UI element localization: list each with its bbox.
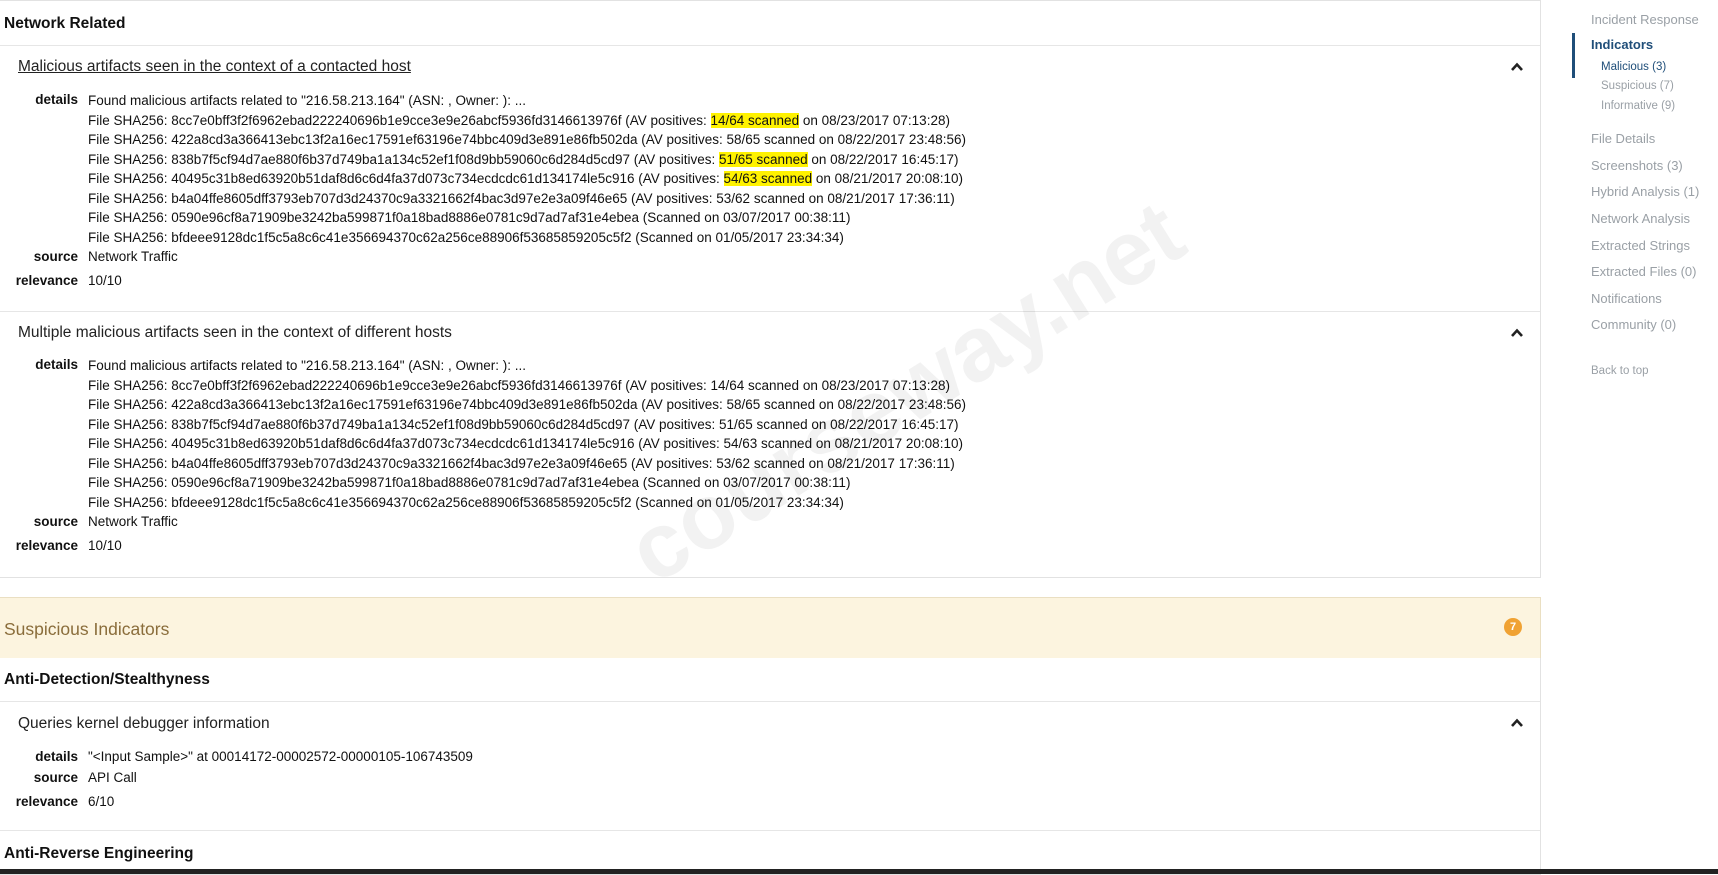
source-label: source [33,514,78,529]
source-label: source [33,770,78,785]
bottom-bar [0,869,1718,874]
chevron-up-icon[interactable] [1510,716,1524,730]
source-value: Network Traffic [88,514,178,529]
nav-malicious[interactable]: Malicious (3) [1601,61,1666,73]
source-value: API Call [88,770,137,785]
active-indicator [1572,33,1575,78]
chevron-up-icon[interactable] [1510,326,1524,340]
indicator-card: Queries kernel debugger information deta… [0,701,1540,831]
file-line: File SHA256: b4a04ffe8605dff3793eb707d3d… [88,190,955,206]
file-line: File SHA256: 8cc7e0bff3f2f6962ebad222240… [88,112,950,128]
highlight: 54/63 scanned [723,171,813,186]
file-line: File SHA256: 40495c31b8ed63920b51daf8d6c… [88,171,963,186]
nav-network-analysis[interactable]: Network Analysis [1591,211,1690,226]
suspicious-title: Suspicious Indicators [4,619,170,639]
count-badge: 7 [1504,618,1522,636]
details-value: "<Input Sample>" at 00014172-00002572-00… [88,749,473,764]
details-label: details [35,749,78,764]
nav-screenshots[interactable]: Screenshots (3) [1591,158,1683,173]
highlight: 14/64 scanned [710,112,800,128]
nav-extracted-strings[interactable]: Extracted Strings [1591,238,1690,253]
file-line: File SHA256: 838b7f5cf94d7ae880f6b37d749… [88,151,959,167]
divider [0,830,1540,831]
file-line: File SHA256: 0590e96cf8a71909be3242ba599… [88,210,851,225]
category-title: Anti-Reverse Engineering [4,845,194,862]
section-title: Network Related [4,15,126,32]
nav-informative[interactable]: Informative (9) [1601,100,1675,112]
details-lines: Found malicious artifacts related to "21… [88,91,966,247]
nav-indicators[interactable]: Indicators [1591,37,1653,52]
details-label: details [35,92,78,107]
nav-suspicious[interactable]: Suspicious (7) [1601,80,1674,92]
relevance-value: 6/10 [88,794,115,809]
indicator-title[interactable]: Queries kernel debugger information [18,715,270,733]
relevance-value: 10/10 [88,538,122,553]
nav-incident-response[interactable]: Incident Response [1591,12,1699,27]
indicator-card: Malicious artifacts seen in the context … [0,45,1540,312]
relevance-value: 10/10 [88,273,122,288]
details-intro: Found malicious artifacts related to "21… [88,93,527,108]
nav-hybrid-analysis[interactable]: Hybrid Analysis (1) [1591,184,1699,199]
back-to-top-link[interactable]: Back to top [1591,365,1649,377]
file-line: File SHA256: 422a8cd3a366413ebc13f2a16ec… [88,132,966,147]
file-line: File SHA256: bfdeee9128dc1f5c5a8c6c41e35… [88,229,844,245]
nav-community[interactable]: Community (0) [1591,317,1676,332]
suspicious-indicators-header[interactable]: Suspicious Indicators 7 [0,597,1541,660]
report-main: Network Related Malicious artifacts seen… [0,0,1541,875]
nav-file-details[interactable]: File Details [1591,131,1655,146]
relevance-label: relevance [15,273,78,288]
highlight: 51/65 scanned [719,151,808,167]
details-intro: Found malicious artifacts related to "21… [88,358,527,373]
suspicious-panel: Anti-Detection/Stealthyness Queries kern… [0,658,1541,875]
relevance-label: relevance [15,538,78,553]
nav-notifications[interactable]: Notifications [1591,291,1662,306]
relevance-label: relevance [15,794,78,809]
source-value: Network Traffic [88,249,178,264]
indicator-title[interactable]: Multiple malicious artifacts seen in the… [18,324,452,342]
nav-extracted-files[interactable]: Extracted Files (0) [1591,264,1696,279]
chevron-up-icon[interactable] [1510,60,1524,74]
indicator-title[interactable]: Malicious artifacts seen in the context … [18,58,411,76]
category-title: Anti-Detection/Stealthyness [4,671,210,688]
details-label: details [35,357,78,372]
source-label: source [33,249,78,264]
